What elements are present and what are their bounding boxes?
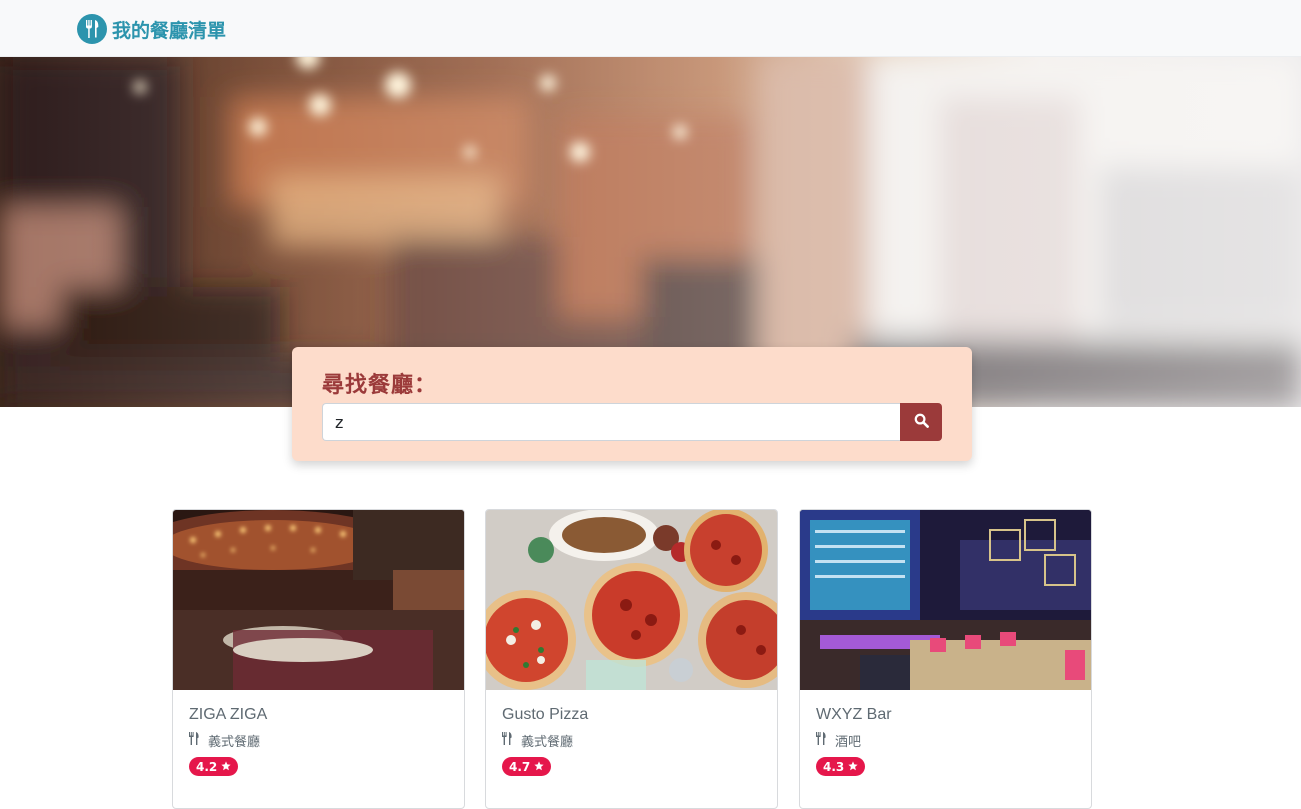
- restaurant-category: 酒吧: [816, 731, 862, 750]
- utensils-icon: [189, 731, 200, 749]
- search-title: 尋找餐廳：: [322, 373, 438, 398]
- navbar: 我的餐廳清單: [0, 0, 1301, 57]
- restaurant-card[interactable]: Gusto Pizza 義式餐廳 4.7: [485, 509, 778, 809]
- rating-badge: 4.2: [189, 757, 239, 776]
- utensils-icon: [77, 14, 107, 44]
- restaurant-card[interactable]: WXYZ Bar 酒吧 4.3: [799, 509, 1092, 809]
- rating-badge: 4.3: [816, 757, 866, 776]
- star-icon: [848, 760, 858, 774]
- utensils-icon: [502, 731, 513, 749]
- search-input[interactable]: [322, 403, 901, 441]
- star-icon: [221, 760, 231, 774]
- restaurant-category: 義式餐廳: [189, 731, 261, 750]
- brand-title: 我的餐廳清單: [112, 19, 227, 42]
- search-icon: [914, 413, 929, 431]
- rating-value: 4.3: [823, 759, 845, 774]
- restaurant-name: WXYZ Bar: [816, 706, 892, 723]
- rating-value: 4.7: [509, 759, 531, 774]
- restaurant-photo: [486, 510, 777, 690]
- restaurant-category: 義式餐廳: [502, 731, 574, 750]
- category-label: 義式餐廳: [208, 734, 261, 750]
- rating-value: 4.2: [196, 759, 218, 774]
- restaurant-name: ZIGA ZIGA: [189, 706, 268, 723]
- restaurant-photo: [800, 510, 1091, 690]
- search-button[interactable]: [900, 403, 942, 441]
- category-label: 義式餐廳: [521, 734, 574, 750]
- utensils-icon: [816, 731, 827, 749]
- restaurant-photo: [173, 510, 464, 690]
- brand-link[interactable]: 我的餐廳清單: [77, 14, 226, 44]
- restaurant-name: Gusto Pizza: [502, 706, 589, 723]
- rating-badge: 4.7: [502, 757, 552, 776]
- category-label: 酒吧: [835, 734, 862, 750]
- star-icon: [534, 760, 544, 774]
- search-panel: 尋找餐廳：: [292, 347, 972, 461]
- restaurant-card[interactable]: ZIGA ZIGA 義式餐廳 4.2: [172, 509, 465, 809]
